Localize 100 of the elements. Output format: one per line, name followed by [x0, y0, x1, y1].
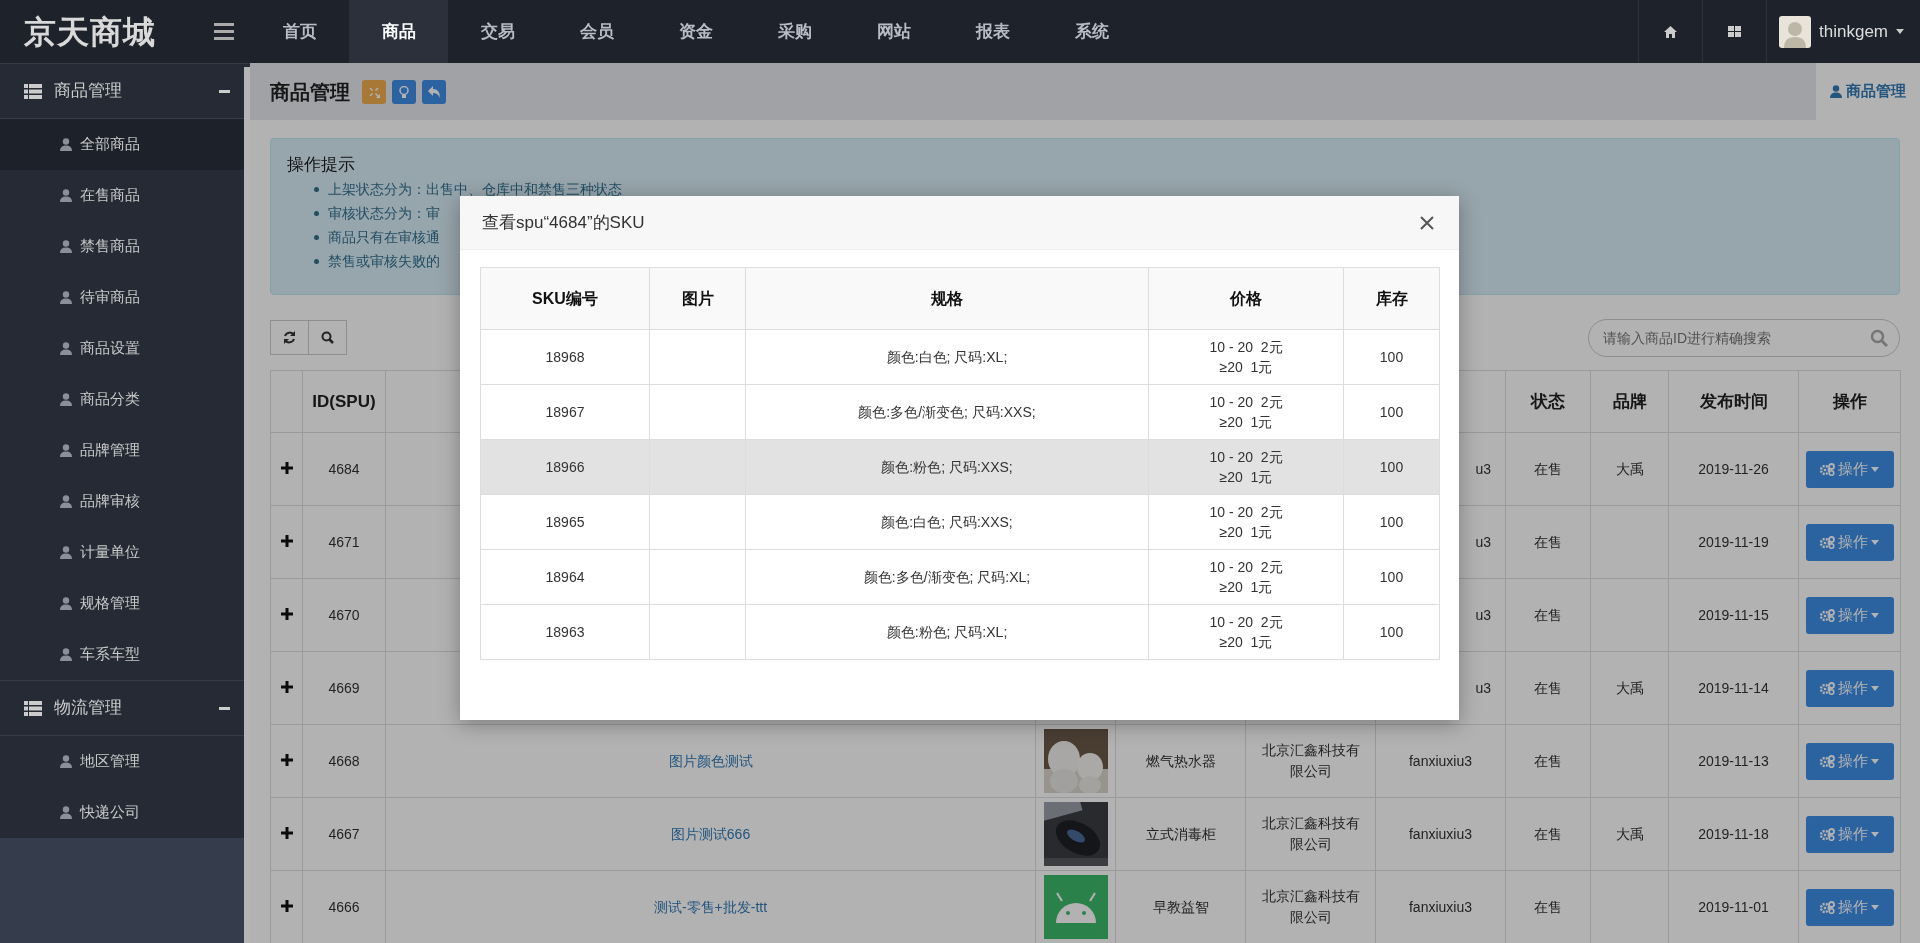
caret-icon — [1871, 685, 1879, 691]
price-line: 10 - 20 2元 — [1208, 558, 1284, 577]
list-icon — [24, 83, 42, 99]
user-icon — [60, 189, 72, 202]
table-cell: 100 — [1379, 403, 1404, 420]
lightbulb-icon — [398, 85, 410, 98]
price-line: ≥20 1元 — [1218, 523, 1274, 542]
table-cell: 100 — [1379, 458, 1404, 475]
sidebar-item[interactable]: 快递公司 — [80, 801, 140, 824]
sidebar-item[interactable]: 商品设置 — [80, 337, 140, 360]
tip-text: 商品只有在审核通 — [328, 228, 440, 247]
user-icon — [60, 648, 72, 661]
price-line: ≥20 1元 — [1218, 578, 1274, 597]
bullet-dot — [314, 210, 319, 216]
sidebar-item[interactable]: 规格管理 — [80, 592, 140, 615]
expand-button[interactable] — [280, 680, 293, 693]
user-icon — [60, 444, 72, 457]
table-cell: 18967 — [545, 403, 585, 420]
expand-button[interactable] — [280, 826, 293, 839]
sidebar-item[interactable]: 禁售商品 — [80, 235, 140, 258]
caret-icon — [1871, 466, 1879, 472]
expand-button[interactable] — [280, 753, 293, 766]
nav-tab[interactable]: 商品 — [349, 0, 448, 63]
expand-button[interactable] — [280, 899, 293, 912]
table-cell: 2019-11-01 — [1698, 898, 1769, 915]
tips-title: 操作提示 — [287, 154, 356, 176]
sidebar-item[interactable]: 车系车型 — [80, 643, 140, 666]
price-line: ≥20 1元 — [1218, 358, 1274, 377]
product-link[interactable]: 图片颜色测试 — [668, 752, 753, 769]
plus-icon — [280, 461, 293, 474]
gears-icon — [1820, 608, 1835, 622]
user-icon — [60, 597, 72, 610]
list-icon — [24, 700, 42, 716]
column-header: 状态 — [1505, 370, 1591, 433]
nav-tab[interactable]: 会员 — [547, 0, 646, 63]
product-link[interactable]: 测试-零售+批发-ttt — [653, 898, 768, 915]
user-icon — [1830, 85, 1842, 98]
table-cell: 2019-11-14 — [1698, 679, 1769, 696]
grid-icon — [1728, 26, 1741, 37]
user-icon — [60, 495, 72, 508]
price-line: 10 - 20 2元 — [1208, 448, 1284, 467]
price-line: ≥20 1元 — [1218, 468, 1274, 487]
nav-tab[interactable]: 报表 — [943, 0, 1042, 63]
refresh-icon — [283, 331, 296, 344]
table-cell: 4670 — [328, 606, 360, 623]
nav-tab[interactable]: 首页 — [250, 0, 349, 63]
refresh-button[interactable] — [270, 320, 309, 355]
sidebar-item[interactable]: 在售商品 — [80, 184, 140, 207]
table-cell: 大禹 — [1615, 679, 1644, 696]
user-icon — [60, 291, 72, 304]
expand-button[interactable] — [280, 461, 293, 474]
search-button[interactable] — [308, 320, 347, 355]
scrollbar[interactable] — [244, 67, 250, 943]
nav-tab[interactable]: 网站 — [844, 0, 943, 63]
nav-tab[interactable]: 系统 — [1042, 0, 1141, 63]
sidebar-item[interactable]: 商品分类 — [80, 388, 140, 411]
sidebar-group[interactable]: 商品管理 — [54, 78, 207, 104]
product-link[interactable]: 图片测试666 — [670, 825, 751, 842]
user-icon — [60, 755, 72, 768]
sidebar-item[interactable]: 待审商品 — [80, 286, 140, 309]
caret-icon — [1871, 758, 1879, 764]
menu-button[interactable] — [214, 23, 234, 40]
table-cell: 在售 — [1534, 679, 1562, 696]
nav-tab[interactable]: 采购 — [745, 0, 844, 63]
table-cell: 100 — [1379, 568, 1404, 585]
table-cell: 颜色:粉色; 尺码:XL; — [886, 623, 1008, 640]
table-cell: 18965 — [545, 513, 585, 530]
sidebar-item[interactable]: 地区管理 — [80, 750, 140, 773]
table-cell: u3 — [1475, 606, 1491, 623]
user-icon — [60, 806, 72, 819]
nav-tab[interactable]: 交易 — [448, 0, 547, 63]
price-line: ≥20 1元 — [1218, 633, 1274, 652]
table-cell: 早教益智 — [1152, 898, 1209, 915]
table-cell: 4667 — [328, 825, 360, 842]
menu-icon — [214, 23, 234, 40]
nav-tab[interactable]: 资金 — [646, 0, 745, 63]
table-cell: 在售 — [1534, 533, 1562, 550]
back-button[interactable] — [422, 79, 446, 104]
brand-logo: 京天商城 — [24, 12, 156, 52]
tips-button[interactable] — [392, 79, 416, 104]
user-icon — [60, 342, 72, 355]
sidebar-item[interactable]: 品牌管理 — [80, 439, 140, 462]
caret-icon — [1871, 612, 1879, 618]
close-icon — [1420, 215, 1434, 230]
table-cell: fanxiuxiu3 — [1408, 752, 1472, 769]
user-menu[interactable]: thinkgem — [1819, 18, 1888, 45]
table-cell: 100 — [1379, 348, 1404, 365]
search-icon — [321, 331, 334, 344]
search-field[interactable]: 请输入商品ID进行精确搜索 — [1588, 318, 1900, 357]
table-cell: 18966 — [545, 458, 585, 475]
expand-button[interactable] — [280, 607, 293, 620]
sidebar-group[interactable]: 物流管理 — [54, 695, 207, 721]
price-line: 10 - 20 2元 — [1208, 613, 1284, 632]
page-tab[interactable]: 商品管理 — [1816, 63, 1920, 120]
gears-icon — [1820, 827, 1835, 841]
sidebar-item[interactable]: 计量单位 — [80, 541, 140, 564]
table-cell: 颜色:多色/渐变色; 尺码:XL; — [863, 568, 1031, 585]
sidebar-item[interactable]: 品牌审核 — [80, 490, 140, 513]
expand-button[interactable] — [280, 534, 293, 547]
sidebar-item[interactable]: 全部商品 — [80, 133, 140, 156]
